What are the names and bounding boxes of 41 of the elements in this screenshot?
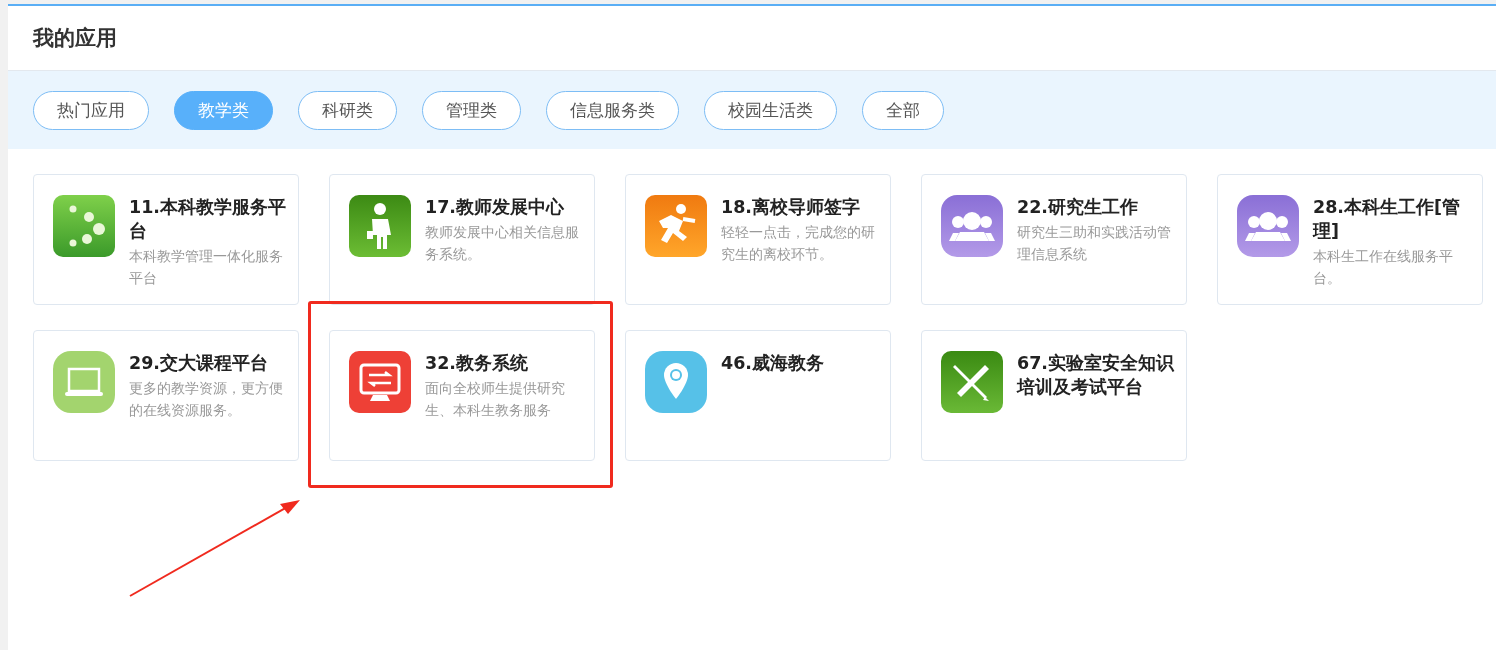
category-tab[interactable]: 校园生活类 <box>704 90 837 130</box>
app-title: 28.本科生工作[管理] <box>1313 196 1461 243</box>
app-description: 更多的教学资源，更方便的在线资源服务。 <box>129 379 284 420</box>
laptop-icon <box>53 351 115 413</box>
dots-icon <box>53 195 115 257</box>
app-title: 46.威海教务 <box>721 352 825 375</box>
app-description: 教师发展中心相关信息服务系统。 <box>425 223 580 264</box>
app-title: 29.交大课程平台 <box>129 352 269 375</box>
section-title: 我的应用 <box>33 25 117 52</box>
app-description: 本科生工作在线服务平台。 <box>1313 247 1454 288</box>
app-card[interactable]: 32.教务系统 面向全校师生提供研究生、本科生教务服务 <box>329 330 595 461</box>
app-title: 22.研究生工作 <box>1017 196 1139 219</box>
app-title: 32.教务系统 <box>425 352 529 375</box>
people-icon <box>1237 195 1299 257</box>
app-title: 18.离校导师签字 <box>721 196 861 219</box>
app-card[interactable]: 28.本科生工作[管理] 本科生工作在线服务平台。 <box>1217 174 1483 305</box>
people-icon <box>941 195 1003 257</box>
app-title: 17.教师发展中心 <box>425 196 565 219</box>
app-card[interactable]: 29.交大课程平台 更多的教学资源，更方便的在线资源服务。 <box>33 330 299 461</box>
app-description: 研究生三助和实践活动管理信息系统 <box>1017 223 1172 264</box>
category-tab[interactable]: 全部 <box>862 90 944 130</box>
category-tab[interactable]: 科研类 <box>298 90 397 130</box>
location-pin-icon <box>645 351 707 413</box>
category-tab[interactable]: 管理类 <box>422 90 521 130</box>
app-title: 67.实验室安全知识培训及考试平台 <box>1017 352 1175 399</box>
app-title: 11.本科教学服务平台 <box>129 196 287 243</box>
app-description: 轻轻一点击，完成您的研究生的离校环节。 <box>721 223 876 264</box>
pencil-ruler-icon <box>941 351 1003 413</box>
app-card[interactable]: 18.离校导师签字 轻轻一点击，完成您的研究生的离校环节。 <box>625 174 891 305</box>
app-card[interactable]: 67.实验室安全知识培训及考试平台 <box>921 330 1187 461</box>
person-icon <box>349 195 411 257</box>
app-card[interactable]: 22.研究生工作 研究生三助和实践活动管理信息系统 <box>921 174 1187 305</box>
runner-icon <box>645 195 707 257</box>
monitor-icon <box>349 351 411 413</box>
category-tab[interactable]: 热门应用 <box>33 90 149 130</box>
app-card[interactable]: 17.教师发展中心 教师发展中心相关信息服务系统。 <box>329 174 595 305</box>
app-card[interactable]: 46.威海教务 <box>625 330 891 461</box>
app-card[interactable]: 11.本科教学服务平台 本科教学管理一体化服务平台 <box>33 174 299 305</box>
category-tab[interactable]: 信息服务类 <box>546 90 679 130</box>
app-description: 面向全校师生提供研究生、本科生教务服务 <box>425 379 566 420</box>
app-description: 本科教学管理一体化服务平台 <box>129 247 284 288</box>
